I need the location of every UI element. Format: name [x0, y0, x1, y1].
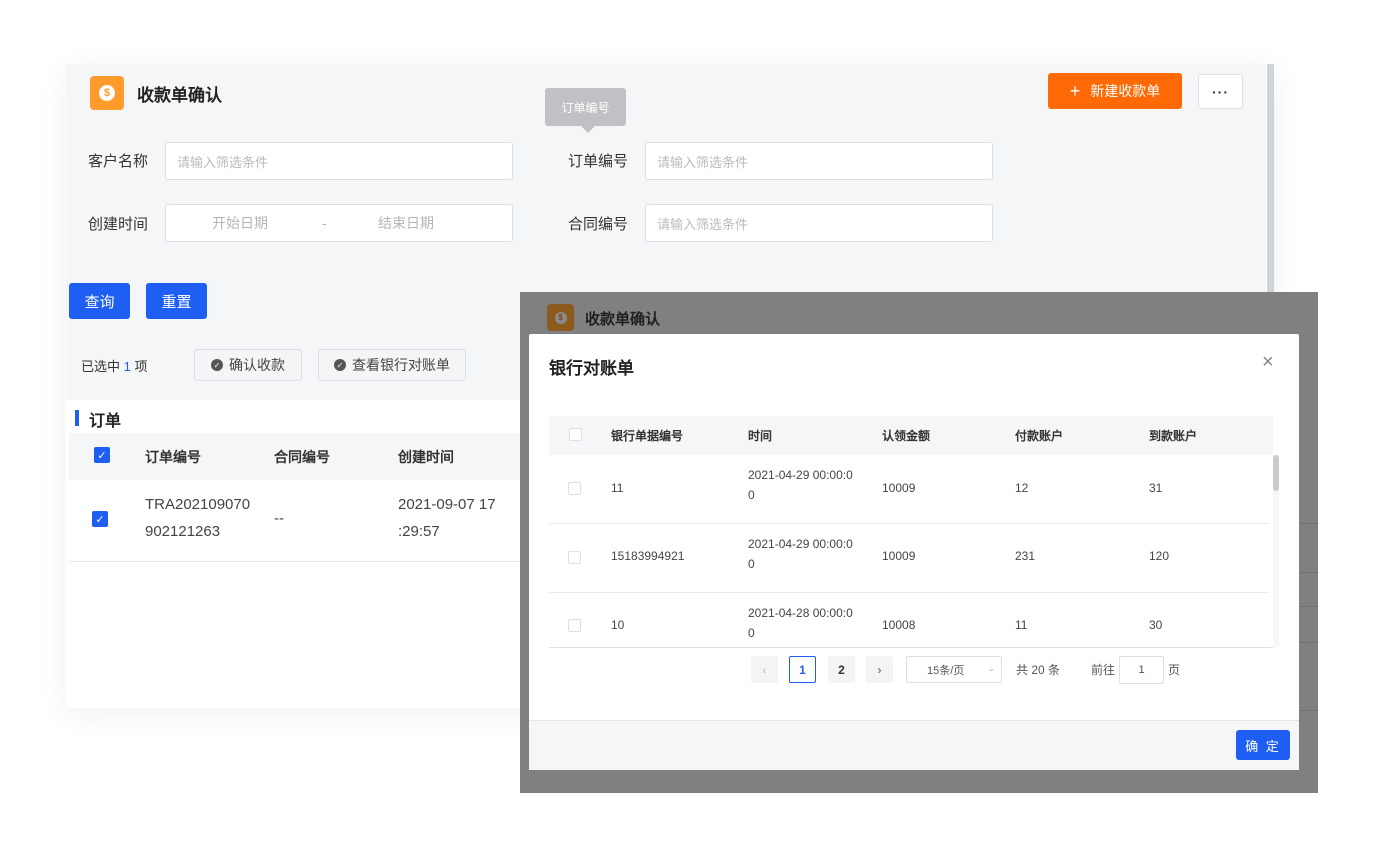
time-cell: 2021-04-29 00:00:0 0 — [748, 468, 853, 502]
payer-cell: 231 — [1015, 549, 1036, 563]
contract-number-label: 合同编号 — [568, 216, 629, 233]
col-created-time: 创建时间 — [398, 449, 454, 465]
orders-section-title: 订单 — [89, 413, 122, 430]
time-cell: 2021-04-29 00:00:0 0 — [748, 537, 853, 571]
created-time-label: 创建时间 — [88, 216, 149, 233]
total-count: 共 20 条 — [1016, 663, 1061, 677]
modal-footer — [529, 720, 1299, 770]
goto-page-input[interactable]: 1 — [1119, 656, 1164, 684]
col-payer-account: 付款账户 — [1015, 429, 1064, 443]
payer-cell: 12 — [1015, 481, 1029, 495]
row-checkbox[interactable] — [568, 551, 581, 564]
payee-cell: 120 — [1149, 549, 1170, 563]
customer-label: 客户名称 — [88, 153, 149, 170]
modal-title: 银行对账单 — [549, 359, 634, 378]
table-bottom-border — [549, 647, 1273, 648]
date-range-picker[interactable]: 开始日期 - 结束日期 — [165, 204, 513, 242]
selection-bar: 已选中 1 项 ✓ 确认收款 ✓ 查看银行对账单 — [66, 336, 526, 394]
dimmed-divider — [1299, 523, 1318, 524]
contract-number-input[interactable]: 请输入筛选条件 — [645, 204, 993, 242]
col-bank-doc-number: 银行单据编号 — [611, 429, 684, 443]
col-payee-account: 到款账户 — [1149, 429, 1198, 443]
end-date[interactable]: 结束日期 — [378, 213, 434, 233]
customer-input[interactable]: 请输入筛选条件 — [165, 142, 513, 180]
reset-button[interactable]: 重置 — [146, 283, 207, 319]
created-time-cell: 2021-09-07 17 :29:57 — [398, 496, 496, 540]
section-marker — [75, 410, 79, 426]
page-2-button[interactable]: 2 — [828, 656, 855, 683]
bank-doc-number-cell: 15183994921 — [611, 549, 685, 563]
more-button[interactable]: ··· — [1198, 74, 1243, 109]
select-all-checkbox[interactable]: ✓ — [94, 447, 110, 463]
dimmed-divider — [1299, 606, 1318, 607]
col-claim-amount: 认领金额 — [882, 429, 931, 443]
page-1-button[interactable]: 1 — [789, 656, 816, 683]
row-divider — [69, 561, 524, 562]
amount-cell: 10009 — [882, 481, 916, 495]
check-circle-icon: ✓ — [334, 359, 346, 371]
order-number-input[interactable]: 请输入筛选条件 — [645, 142, 993, 180]
next-page-button[interactable]: › — [866, 656, 893, 683]
date-separator: - — [322, 215, 327, 231]
row-checkbox[interactable] — [568, 482, 581, 495]
page-header: $ 收款单确认 — [90, 76, 222, 110]
col-contract-number: 合同编号 — [274, 449, 330, 465]
page-scrollbar[interactable] — [1267, 64, 1274, 294]
selected-number: 1 — [123, 358, 131, 374]
dimmed-divider — [1299, 710, 1318, 711]
row-checkbox[interactable] — [568, 619, 581, 632]
page-size-select[interactable]: 15条/页 ⌄ — [906, 656, 1002, 683]
col-order-number: 订单编号 — [145, 449, 201, 465]
order-number-label: 订单编号 — [568, 153, 629, 170]
chevron-down-icon: ⌄ — [987, 663, 995, 673]
contract-cell: -- — [274, 510, 284, 527]
payee-cell: 31 — [1149, 481, 1163, 495]
check-circle-icon: ✓ — [211, 359, 223, 371]
bank-statement-modal: 银行对账单 × 银行单据编号 时间 认领金额 付款账户 到款账户 11 2021… — [529, 334, 1299, 770]
prev-page-button[interactable]: ‹ — [751, 656, 778, 683]
selection-count: 已选中 1 项 — [81, 358, 148, 374]
goto-suffix: 页 — [1168, 663, 1181, 677]
confirm-receipt-button[interactable]: ✓ 确认收款 — [194, 349, 302, 381]
dimmed-divider — [1299, 642, 1318, 643]
row-divider — [549, 523, 1269, 524]
bank-doc-number-cell: 10 — [611, 618, 625, 632]
receipt-logo-icon: $ — [90, 76, 124, 110]
payer-cell: 11 — [1015, 618, 1028, 632]
close-icon[interactable]: × — [1262, 352, 1274, 372]
dimmed-page-title: 收款单确认 — [585, 311, 661, 328]
row-divider — [549, 592, 1269, 593]
new-receipt-label: 新建收款单 — [1090, 83, 1161, 99]
query-button[interactable]: 查询 — [69, 283, 130, 319]
col-time: 时间 — [748, 429, 773, 443]
select-all-checkbox[interactable] — [569, 428, 582, 441]
amount-cell: 10008 — [882, 618, 916, 632]
order-number-tooltip: 订单编号 — [545, 88, 626, 133]
start-date[interactable]: 开始日期 — [212, 213, 268, 233]
bank-doc-number-cell: 11 — [611, 481, 624, 495]
plus-icon: + — [1069, 81, 1081, 101]
payee-cell: 30 — [1149, 618, 1163, 632]
ok-button[interactable]: 确 定 — [1236, 730, 1290, 760]
table-scrollbar[interactable] — [1273, 455, 1279, 491]
amount-cell: 10009 — [882, 549, 916, 563]
order-number-cell: TRA202109070 902121263 — [145, 496, 251, 540]
dimmed-divider — [1299, 572, 1318, 573]
goto-label: 前往 — [1091, 663, 1116, 677]
dimmed-logo-icon: $ — [547, 304, 574, 331]
page-title: 收款单确认 — [137, 85, 222, 105]
row-checkbox[interactable]: ✓ — [92, 511, 108, 527]
time-cell: 2021-04-28 00:00:0 0 — [748, 606, 853, 640]
new-receipt-button[interactable]: + 新建收款单 — [1048, 73, 1182, 109]
view-bank-statement-button[interactable]: ✓ 查看银行对账单 — [318, 349, 466, 381]
